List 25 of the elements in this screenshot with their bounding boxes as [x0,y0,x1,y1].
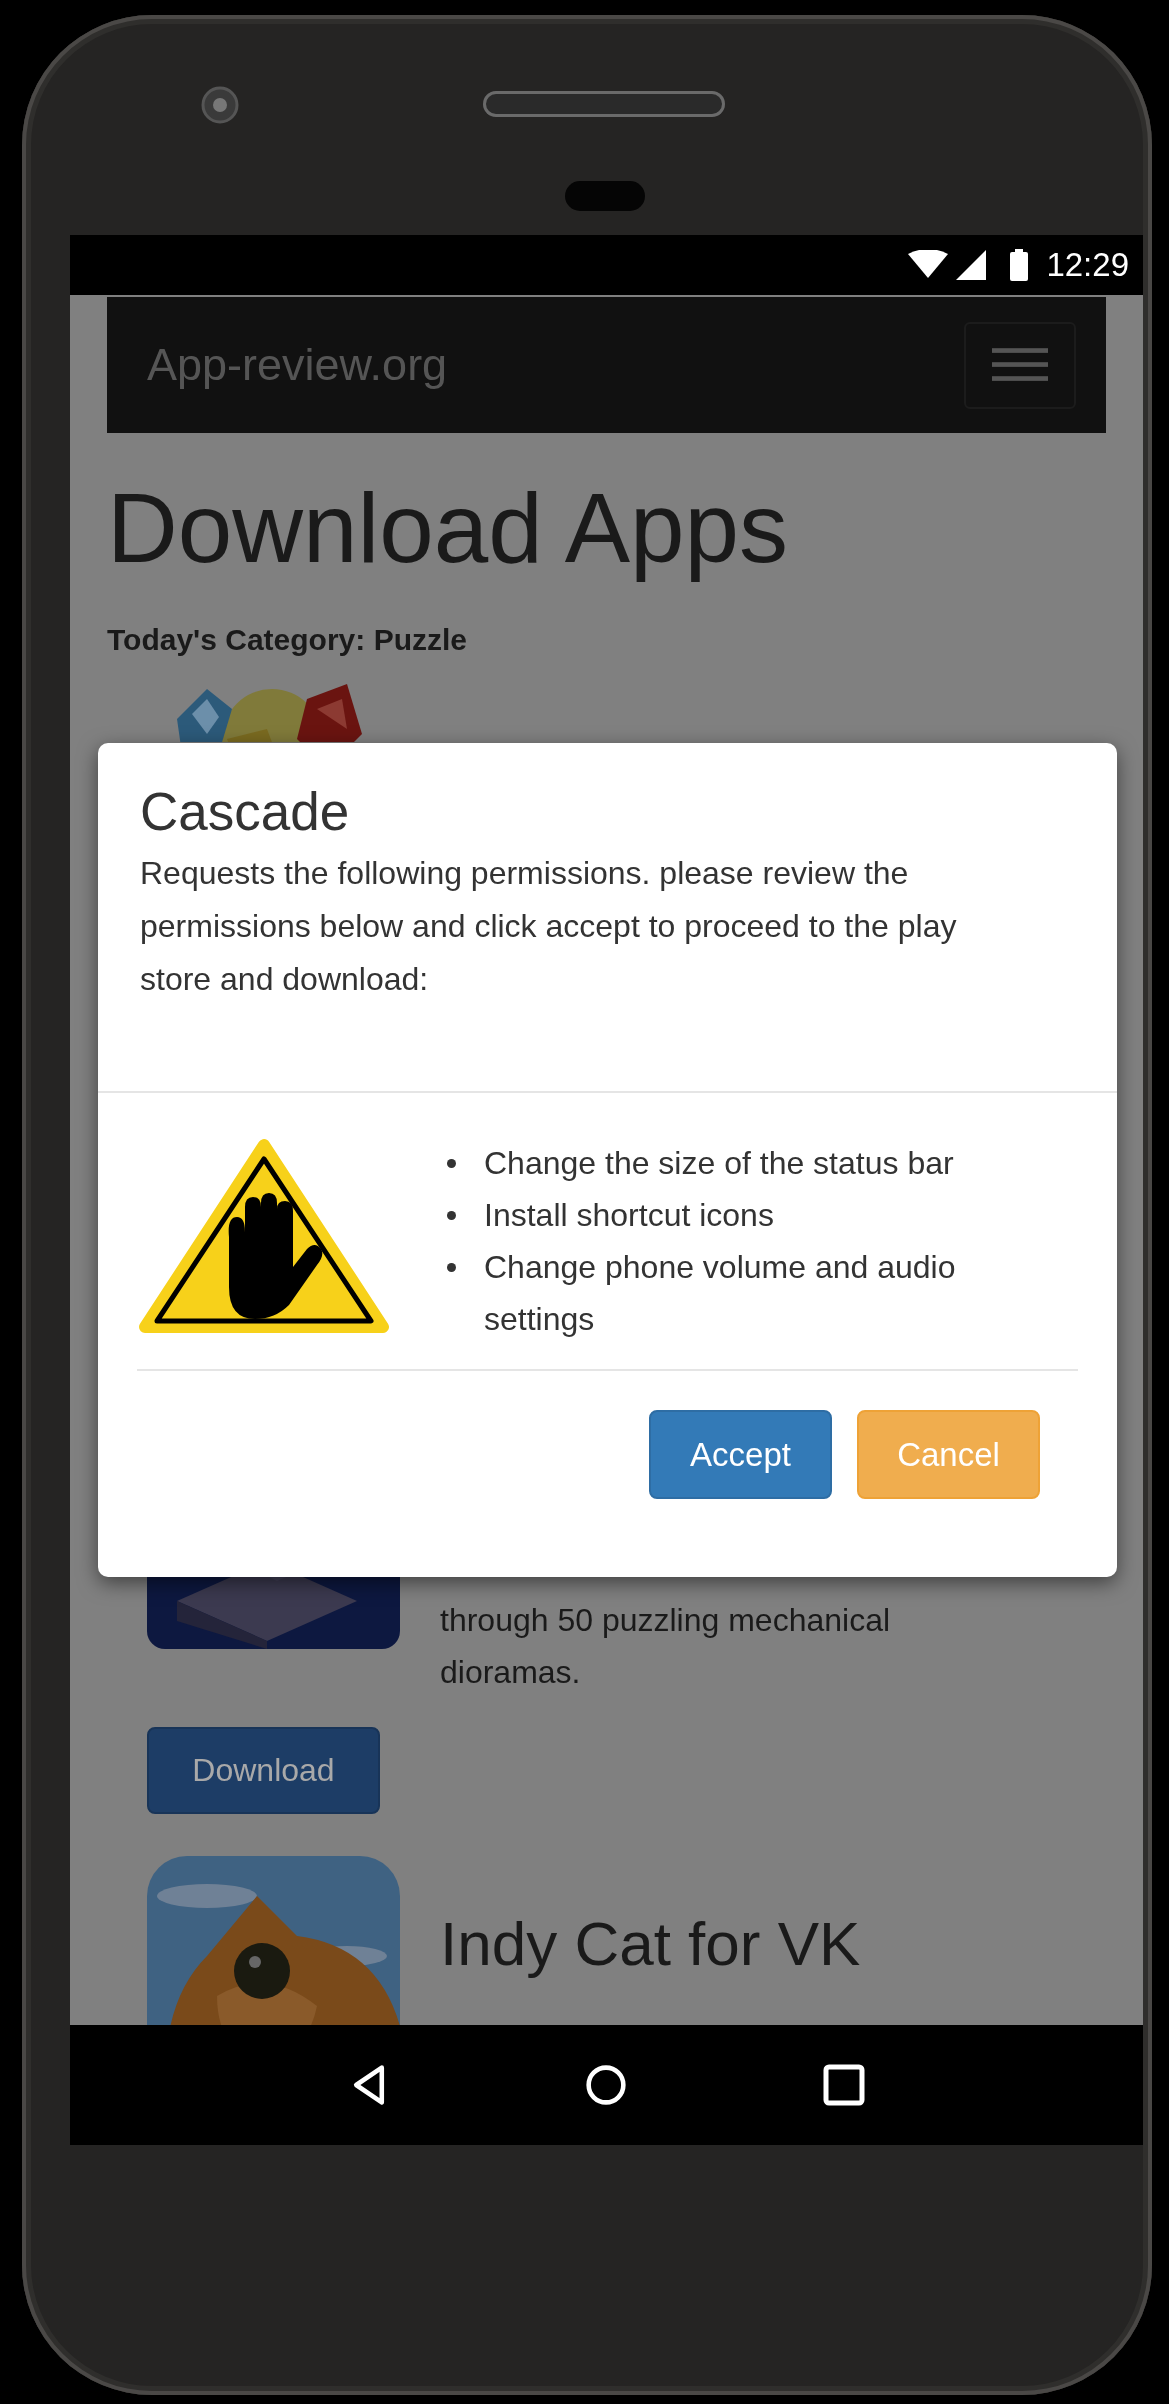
camera-icon [200,85,240,125]
menu-icon [992,348,1048,382]
sensor-icon [565,181,645,211]
dialog-message: Requests the following permissions. please review the permissions below and click accept to proceed to the play store and download: [140,854,958,1000]
battery-icon [1010,249,1029,281]
bullet-dot [447,1159,456,1168]
status-time: 12:29 [1046,246,1129,284]
recents-icon[interactable] [823,2064,866,2106]
accept-button[interactable]: Accept [649,1410,832,1499]
app-description: through 50 puzzling mechanical dioramas. [440,1600,892,1692]
wifi-icon [908,250,949,280]
permission-item: Change the size of the status bar [484,1144,955,1183]
site-brand-link[interactable]: App-review.org [147,339,448,391]
download-button[interactable]: Download [147,1726,380,1814]
page-title: Download Apps [107,475,790,583]
bullet-dot [447,1263,456,1272]
home-icon[interactable] [585,2064,628,2106]
app-title: Indy Cat for VK [440,1908,861,1979]
permission-item: Install shortcut icons [484,1196,775,1235]
dialog-title: Cascade [140,783,351,842]
menu-button[interactable] [964,321,1076,409]
category-label: Today's Category: Puzzle [107,622,468,657]
bullet-dot [447,1211,456,1220]
signal-icon [956,250,987,280]
permission-item: Change phone volume and audio settings [484,1248,957,1339]
